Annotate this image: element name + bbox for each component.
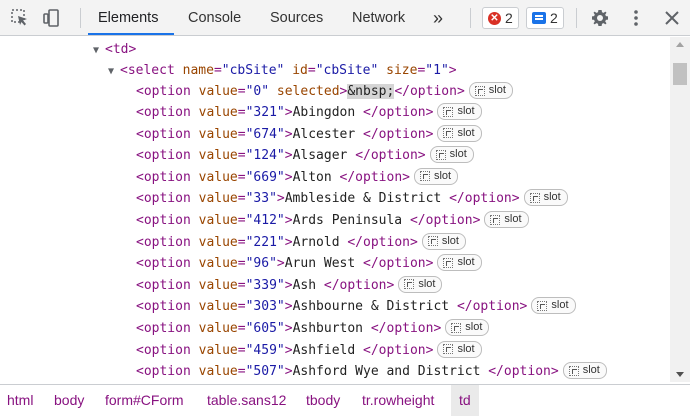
close-devtools-icon[interactable]: [660, 6, 684, 30]
error-icon: ✕: [488, 11, 501, 25]
select-node[interactable]: ▼ <select name="cbSite" id="cbSite" size=…: [108, 60, 457, 81]
slot-reveal-icon: [537, 300, 548, 311]
slot-reveal-icon: [568, 365, 579, 376]
messages-badge[interactable]: 2: [526, 7, 564, 29]
slot-badge[interactable]: slot: [437, 124, 482, 142]
breadcrumb-item[interactable]: form#CForm: [105, 385, 184, 416]
device-toolbar-icon[interactable]: [40, 6, 64, 30]
option-node[interactable]: <option value="674">Alcester </option> sl…: [136, 124, 482, 145]
option-node[interactable]: <option value="459">Ashfield </option> sl…: [136, 340, 482, 361]
breadcrumb-item[interactable]: tr.rowheight: [362, 385, 434, 416]
scroll-up-arrow-icon[interactable]: [676, 42, 684, 47]
option-node[interactable]: <option value="321">Abingdon </option> sl…: [136, 102, 482, 123]
inspect-element-icon[interactable]: [8, 6, 32, 30]
slot-badge[interactable]: slot: [468, 82, 513, 99]
slot-badge[interactable]: slot: [437, 254, 482, 272]
slot-reveal-icon: [443, 128, 454, 139]
slot-badge[interactable]: slot: [523, 189, 568, 207]
toolbar-divider: [576, 8, 577, 28]
slot-reveal-icon: [474, 85, 485, 96]
tab-elements[interactable]: Elements: [98, 0, 158, 36]
more-tabs-button[interactable]: »: [433, 0, 443, 36]
slot-badge[interactable]: slot: [421, 232, 466, 250]
breadcrumb-item-selected[interactable]: td: [451, 385, 479, 416]
option-node[interactable]: <option value="605">Ashburton </option> s…: [136, 318, 490, 339]
option-node[interactable]: <option value="124">Alsager </option> slo…: [136, 145, 474, 166]
more-options-icon[interactable]: [624, 6, 648, 30]
tab-console[interactable]: Console: [188, 0, 241, 36]
tab-sources[interactable]: Sources: [270, 0, 323, 36]
errors-count: 2: [505, 10, 513, 26]
elements-scrollbar[interactable]: [670, 37, 690, 382]
slot-badge[interactable]: slot: [429, 146, 474, 164]
breadcrumb: html body form#CForm table.sans12 tbody …: [0, 384, 690, 416]
option-node[interactable]: <option value="303">Ashbourne & District…: [136, 296, 576, 317]
option-node[interactable]: <option value="96">Arun West </option> sl…: [136, 253, 482, 274]
slot-badge[interactable]: slot: [398, 275, 443, 293]
elements-tree: ▼ <td> ▼ <select name="cbSite" id="cbSite"…: [0, 37, 670, 382]
active-tab-indicator: [88, 33, 174, 35]
slot-reveal-icon: [435, 149, 446, 160]
option-node[interactable]: <option value="221">Arnold </option> slot: [136, 232, 466, 253]
slot-reveal-icon: [404, 279, 415, 290]
option-node[interactable]: <option value="412">Ards Peninsula </opt…: [136, 210, 529, 231]
message-icon: [532, 12, 546, 24]
toolbar-divider: [470, 8, 471, 28]
slot-reveal-icon: [451, 322, 462, 333]
scrollbar-thumb[interactable]: [673, 63, 687, 85]
option-node[interactable]: <option value="33">Ambleside & District …: [136, 188, 568, 209]
breadcrumb-item[interactable]: body: [54, 385, 84, 416]
slot-reveal-icon: [443, 257, 454, 268]
breadcrumb-item[interactable]: tbody: [306, 385, 340, 416]
breadcrumb-item[interactable]: html: [7, 385, 33, 416]
slot-badge[interactable]: slot: [437, 103, 482, 120]
slot-badge[interactable]: slot: [437, 340, 482, 358]
slot-badge[interactable]: slot: [484, 211, 529, 228]
messages-count: 2: [550, 10, 558, 26]
slot-reveal-icon: [490, 214, 501, 225]
tab-network[interactable]: Network: [352, 0, 405, 36]
option-node[interactable]: <option value="669">Alton </option> slot: [136, 167, 459, 188]
breadcrumb-item[interactable]: table.sans12: [207, 385, 286, 416]
settings-gear-icon[interactable]: [588, 6, 612, 30]
option-node[interactable]: <option value="339">Ash </option> slot: [136, 275, 443, 296]
slot-badge[interactable]: slot: [445, 319, 490, 336]
expand-triangle-icon[interactable]: ▼: [108, 61, 120, 82]
slot-reveal-icon: [427, 236, 438, 247]
slot-reveal-icon: [443, 106, 454, 117]
expand-triangle-icon[interactable]: ▼: [93, 40, 105, 61]
slot-badge[interactable]: slot: [413, 167, 459, 185]
slot-reveal-icon: [529, 192, 540, 203]
td-node[interactable]: ▼ <td>: [93, 39, 136, 60]
toolbar-divider: [80, 8, 81, 28]
slot-reveal-icon: [419, 171, 430, 182]
slot-badge[interactable]: slot: [531, 297, 576, 315]
slot-reveal-icon: [443, 344, 454, 355]
option-node[interactable]: <option value="0" selected>&nbsp;</optio…: [136, 81, 513, 102]
devtools-toolbar: Elements Console Sources Network » ✕ 2 2: [0, 0, 690, 36]
slot-badge[interactable]: slot: [562, 362, 607, 380]
errors-badge[interactable]: ✕ 2: [482, 7, 519, 29]
scroll-down-arrow-icon[interactable]: [676, 372, 684, 377]
option-node[interactable]: <option value="507">Ashford Wye and Dist…: [136, 361, 607, 382]
